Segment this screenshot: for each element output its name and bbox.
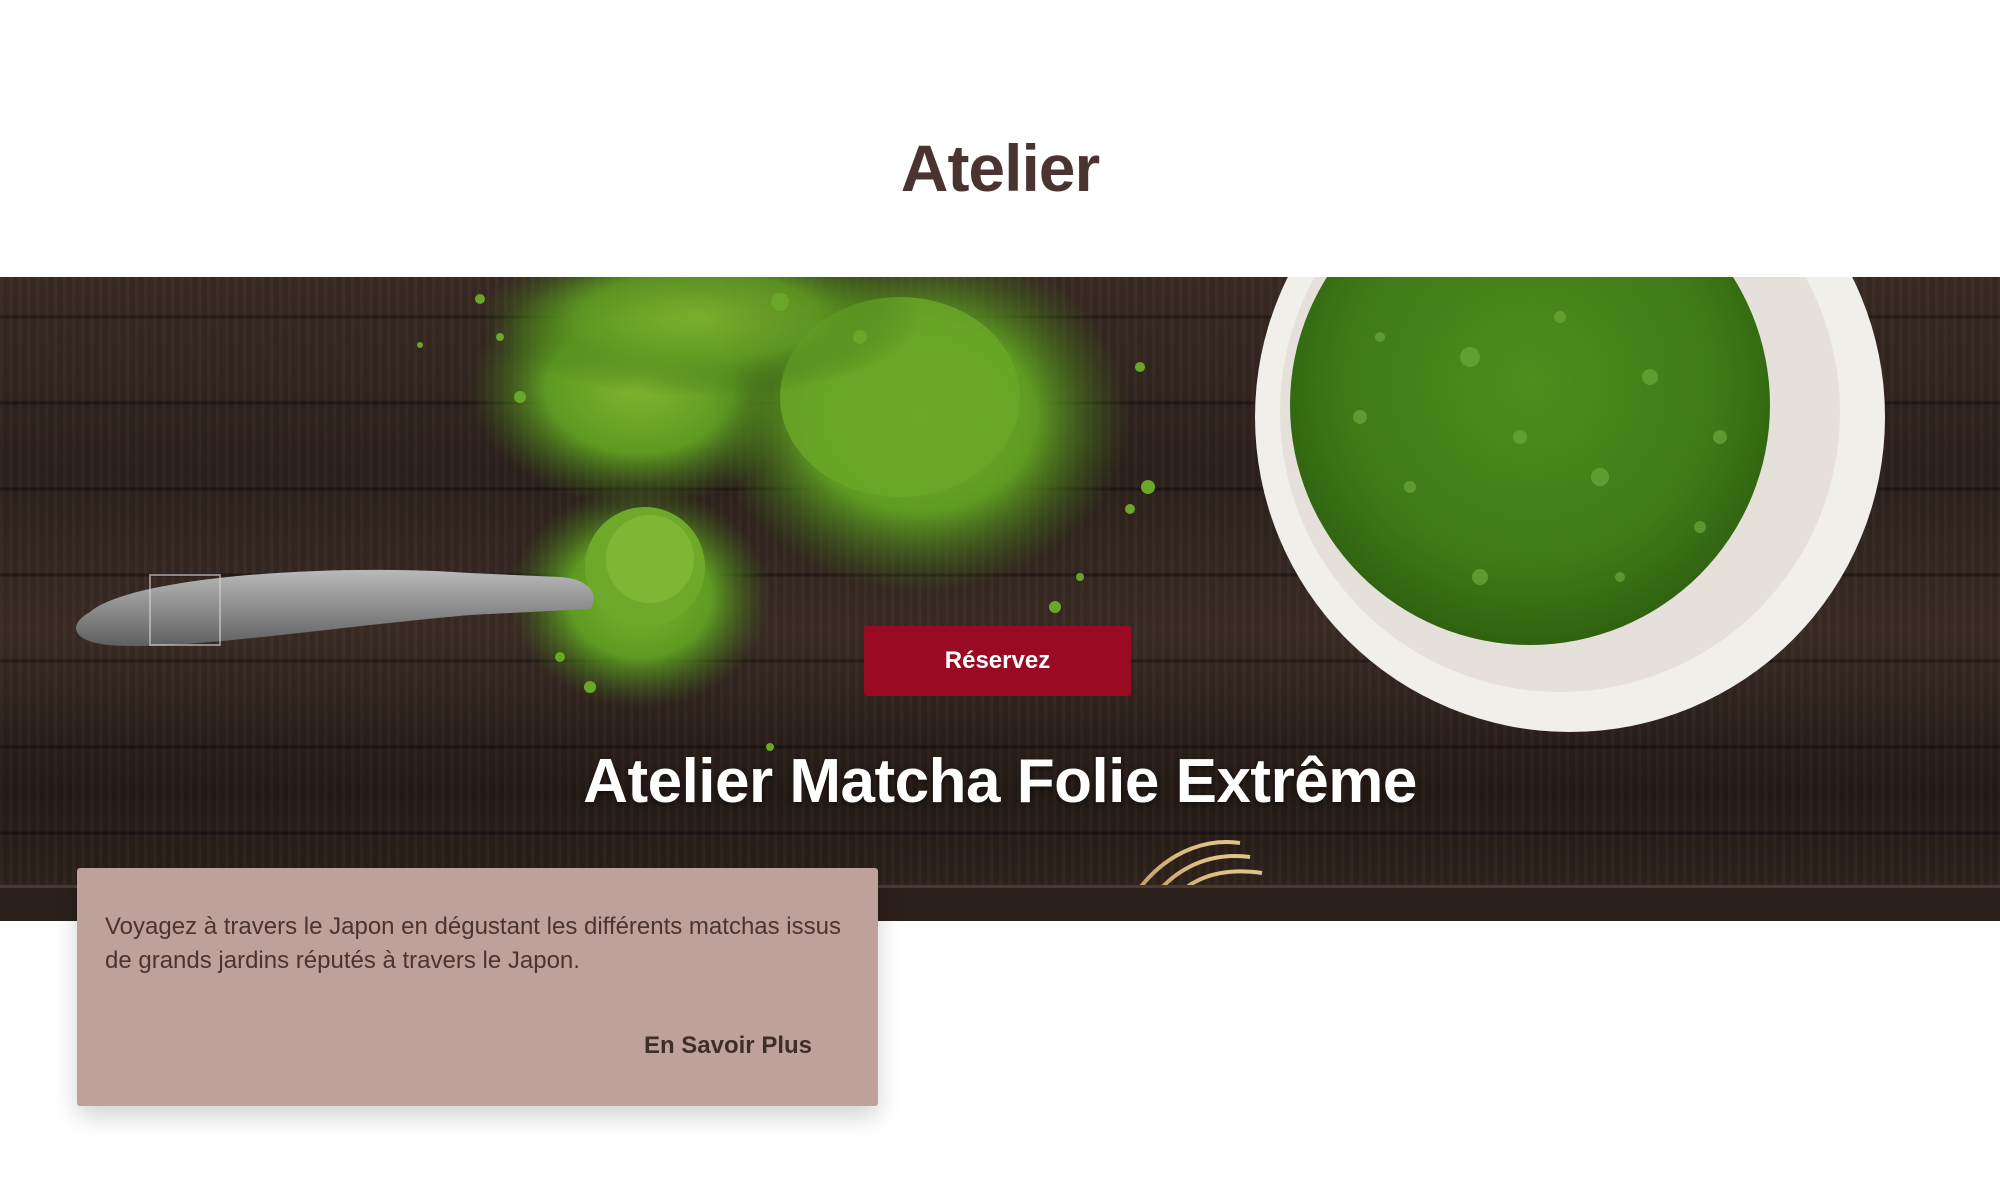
info-card: Voyagez à travers le Japon en dégustant … xyxy=(77,868,878,1106)
hero-banner: Réservez Atelier Matcha Folie Extrême xyxy=(0,277,2000,921)
matcha-hero-image xyxy=(0,277,2000,921)
page-title: Atelier xyxy=(900,131,1100,205)
reserve-button[interactable]: Réservez xyxy=(864,626,1131,696)
hero-title: Atelier Matcha Folie Extrême xyxy=(583,747,1417,816)
card-description: Voyagez à travers le Japon en dégustant … xyxy=(105,913,841,974)
learn-more-link[interactable]: En Savoir Plus xyxy=(644,1032,812,1060)
